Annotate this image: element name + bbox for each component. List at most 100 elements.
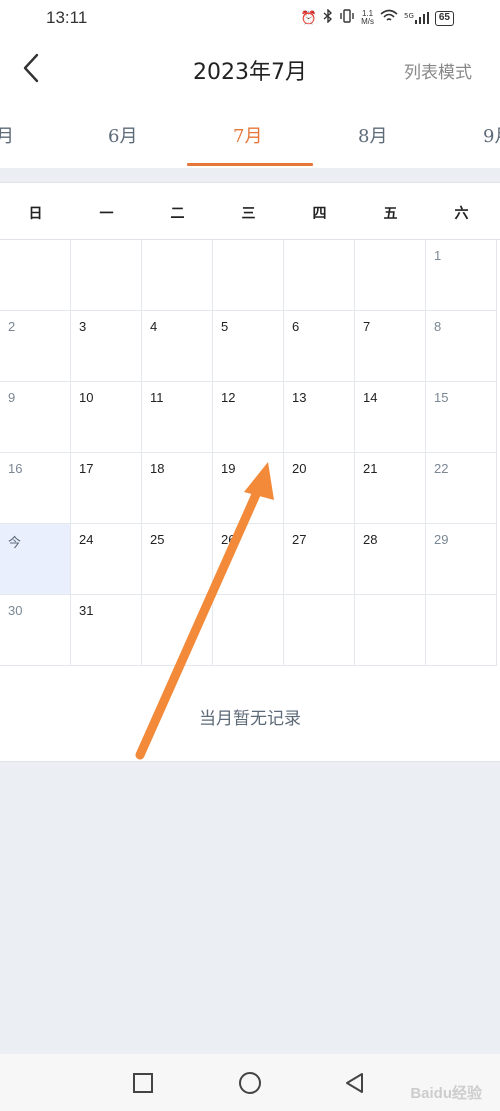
calendar-day[interactable]: 25 bbox=[142, 524, 213, 595]
calendar-day[interactable]: 28 bbox=[355, 524, 426, 595]
calendar-day[interactable]: 24 bbox=[71, 524, 142, 595]
calendar-day[interactable]: 29 bbox=[426, 524, 497, 595]
calendar-empty-cell bbox=[213, 240, 284, 311]
day-number: 30 bbox=[8, 603, 23, 618]
status-icons: ⏰ 1.1 M/s 5G 65 bbox=[301, 8, 454, 27]
page-background bbox=[0, 762, 500, 1054]
calendar-empty-cell bbox=[213, 595, 284, 666]
watermark: Baidu经验 bbox=[410, 1085, 482, 1102]
day-number: 15 bbox=[434, 390, 449, 405]
day-number: 24 bbox=[79, 532, 94, 547]
day-number: 20 bbox=[292, 461, 307, 476]
calendar-empty-cell bbox=[284, 240, 355, 311]
weekday-header: 日 一 二 三 四 五 六 bbox=[0, 182, 500, 240]
tab-month-9[interactable]: 9月 bbox=[483, 122, 500, 148]
day-number: 17 bbox=[79, 461, 94, 476]
calendar-empty-cell bbox=[284, 595, 355, 666]
day-number: 31 bbox=[79, 603, 94, 618]
network-speed: 1.1 M/s bbox=[361, 10, 374, 26]
calendar-day[interactable]: 30 bbox=[0, 595, 71, 666]
home-icon[interactable] bbox=[238, 1071, 262, 1095]
calendar-day[interactable]: 27 bbox=[284, 524, 355, 595]
day-number: 6 bbox=[292, 319, 300, 334]
day-number: 1 bbox=[434, 248, 442, 263]
calendar-day[interactable]: 7 bbox=[355, 311, 426, 382]
day-number: 今 bbox=[8, 536, 22, 551]
calendar-day[interactable]: 2 bbox=[0, 311, 71, 382]
day-number: 26 bbox=[221, 532, 236, 547]
calendar-day[interactable]: 1 bbox=[426, 240, 497, 311]
speed-unit: M/s bbox=[361, 17, 374, 26]
calendar-day[interactable]: 5 bbox=[213, 311, 284, 382]
calendar-day[interactable]: 4 bbox=[142, 311, 213, 382]
day-number: 9 bbox=[8, 390, 16, 405]
day-number: 3 bbox=[79, 319, 87, 334]
tab-month-8[interactable]: 8月 bbox=[358, 122, 387, 148]
day-number: 7 bbox=[363, 319, 371, 334]
day-number: 12 bbox=[221, 390, 236, 405]
calendar-grid: 1 2 3 4 5 6 7 8 9 10 11 12 13 14 15 16 17 18 19 20 21 22 今 24 25… bbox=[0, 240, 500, 666]
day-number: 5 bbox=[221, 319, 229, 334]
calendar-day[interactable]: 13 bbox=[284, 382, 355, 453]
calendar-day[interactable]: 20 bbox=[284, 453, 355, 524]
calendar-day[interactable]: 9 bbox=[0, 382, 71, 453]
calendar-day[interactable]: 14 bbox=[355, 382, 426, 453]
tab-month-7[interactable]: 7月 bbox=[233, 122, 262, 148]
day-number: 28 bbox=[363, 532, 378, 547]
calendar-day[interactable]: 19 bbox=[213, 453, 284, 524]
calendar-empty-cell bbox=[0, 240, 71, 311]
list-mode-button[interactable]: 列表模式 bbox=[404, 58, 472, 83]
day-number: 11 bbox=[150, 390, 164, 405]
day-number: 18 bbox=[150, 461, 165, 476]
back-nav-icon[interactable] bbox=[343, 1071, 367, 1095]
calendar-day[interactable]: 16 bbox=[0, 453, 71, 524]
day-number: 19 bbox=[221, 461, 236, 476]
day-number: 25 bbox=[150, 532, 165, 547]
calendar-day[interactable]: 11 bbox=[142, 382, 213, 453]
calendar-day[interactable]: 10 bbox=[71, 382, 142, 453]
calendar-empty-cell bbox=[142, 240, 213, 311]
month-tabs: 月 6月 7月 8月 9月 bbox=[0, 104, 500, 166]
wifi-icon bbox=[380, 9, 398, 27]
weekday-fri: 五 bbox=[383, 206, 398, 222]
calendar-day[interactable]: 21 bbox=[355, 453, 426, 524]
calendar-day[interactable]: 15 bbox=[426, 382, 497, 453]
day-number: 27 bbox=[292, 532, 307, 547]
tab-month-6[interactable]: 6月 bbox=[108, 122, 137, 148]
day-number: 13 bbox=[292, 390, 307, 405]
day-number: 22 bbox=[434, 461, 449, 476]
calendar-empty-cell bbox=[355, 240, 426, 311]
recent-apps-icon[interactable] bbox=[131, 1071, 155, 1095]
weekday-wed: 三 bbox=[241, 206, 256, 222]
status-time: 13:11 bbox=[46, 8, 88, 27]
calendar-day-today[interactable]: 今 bbox=[0, 524, 71, 595]
calendar-day[interactable]: 3 bbox=[71, 311, 142, 382]
active-tab-indicator bbox=[187, 163, 313, 166]
calendar-day[interactable]: 6 bbox=[284, 311, 355, 382]
empty-records-message: 当月暂无记录 bbox=[199, 709, 301, 729]
calendar-day[interactable]: 8 bbox=[426, 311, 497, 382]
calendar-day[interactable]: 17 bbox=[71, 453, 142, 524]
weekday-sat: 六 bbox=[454, 206, 469, 222]
bluetooth-icon bbox=[323, 8, 333, 27]
day-number: 4 bbox=[150, 319, 158, 334]
header: 2023年7月 列表模式 bbox=[0, 38, 500, 100]
day-number: 14 bbox=[363, 390, 378, 405]
calendar-day[interactable]: 31 bbox=[71, 595, 142, 666]
section-divider bbox=[0, 168, 500, 182]
weekday-mon: 一 bbox=[99, 206, 114, 222]
weekday-thu: 四 bbox=[312, 206, 327, 222]
tab-month-5[interactable]: 月 bbox=[0, 122, 14, 148]
calendar-day[interactable]: 22 bbox=[426, 453, 497, 524]
records-area: 当月暂无记录 bbox=[0, 666, 500, 762]
calendar-empty-cell bbox=[426, 595, 497, 666]
network-type: 5G bbox=[403, 12, 414, 20]
day-number: 10 bbox=[79, 390, 94, 405]
system-nav-bar: Baidu经验 bbox=[0, 1054, 500, 1111]
weekday-sun: 日 bbox=[28, 206, 43, 222]
day-number: 16 bbox=[8, 461, 23, 476]
calendar-day[interactable]: 26 bbox=[213, 524, 284, 595]
calendar-day[interactable]: 12 bbox=[213, 382, 284, 453]
day-number: 2 bbox=[8, 319, 16, 334]
calendar-day[interactable]: 18 bbox=[142, 453, 213, 524]
